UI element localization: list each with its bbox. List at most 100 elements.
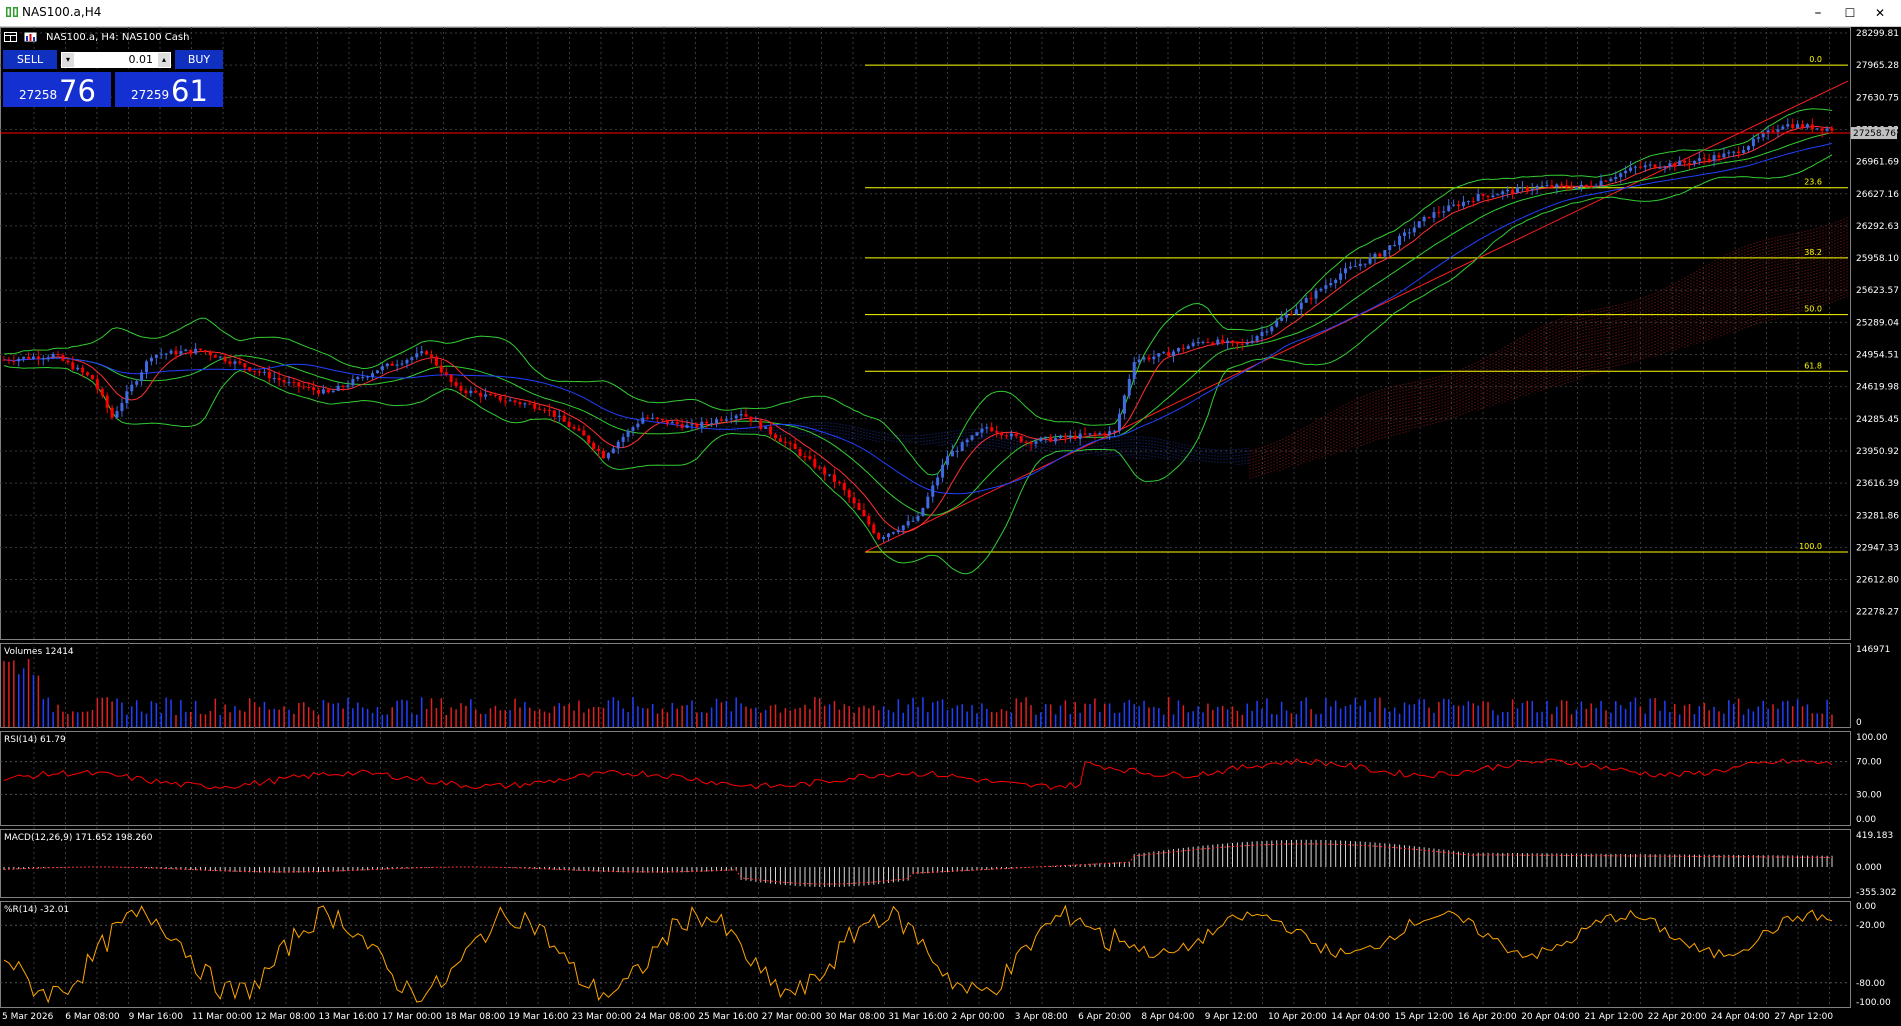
candle-body (1324, 285, 1328, 289)
candle-body (695, 424, 699, 428)
wpr-label: %R(14) -32.01 (4, 905, 69, 915)
candle-body (921, 507, 925, 516)
candle-body (1717, 155, 1721, 158)
sell-price-box[interactable]: 27258 76 (3, 72, 111, 108)
price-tick-label: 24285.45 (1856, 415, 1899, 425)
candle-body (700, 421, 704, 428)
candle-body (793, 443, 797, 450)
candle-body (813, 458, 817, 468)
candle-body (366, 376, 370, 378)
candle-body (1786, 124, 1790, 127)
rsi-line (3, 758, 1833, 790)
trading-icon[interactable] (24, 32, 38, 43)
candle-body (1147, 357, 1151, 360)
time-tick-label: 13 Mar 16:00 (319, 1012, 379, 1022)
candle-body (51, 353, 55, 358)
candle-body (81, 367, 85, 373)
candle-body (316, 390, 320, 394)
candle-body (882, 537, 886, 540)
candle-body (243, 363, 247, 368)
candle-body (592, 442, 596, 449)
candle-body (1113, 430, 1117, 432)
candle-body (1756, 137, 1760, 139)
candle-body (46, 357, 50, 359)
candle-body (611, 448, 615, 454)
sell-price-main: 27258 (19, 88, 58, 102)
macd-label: MACD(12,26,9) 171.652 198.260 (4, 833, 153, 843)
buy-price-box[interactable]: 27259 61 (115, 72, 223, 108)
candle-body (86, 372, 90, 376)
buy-button[interactable]: BUY (175, 50, 223, 69)
candle-body (1059, 435, 1063, 439)
candle-body (872, 524, 876, 533)
candle-body (1486, 195, 1490, 198)
time-tick-label: 24 Mar 08:00 (635, 1012, 695, 1022)
price-tick-label: 23281.86 (1856, 511, 1899, 521)
candle-body (1226, 340, 1230, 344)
candle-body (1447, 205, 1451, 212)
candle-body (1383, 250, 1387, 257)
candle-body (1761, 133, 1765, 138)
lot-value[interactable]: 0.01 (129, 53, 154, 66)
candle-body (7, 359, 11, 361)
candle-body (1172, 351, 1176, 356)
candle-body (326, 389, 330, 393)
price-tick-label: 27965.28 (1856, 61, 1899, 71)
candle-body (459, 385, 463, 391)
candle-body (808, 456, 812, 459)
candle-body (351, 379, 355, 386)
candle-body (1373, 253, 1377, 258)
candle-body (425, 351, 429, 355)
chart-menu-icon[interactable] (4, 32, 18, 43)
window-title: NAS100.a,H4 (22, 5, 102, 19)
candle-body (1555, 184, 1559, 188)
candle-body (1103, 433, 1107, 436)
candle-body (1157, 353, 1161, 357)
candle-body (602, 450, 606, 459)
volume-axis-label: 146971 (1856, 645, 1890, 655)
candle-body (1289, 314, 1293, 316)
candle-body (656, 417, 660, 419)
candle-body (1707, 158, 1711, 161)
candle-body (449, 374, 453, 382)
fibo-level-label: 38.2 (1804, 248, 1822, 257)
current-price-label: 27258.76 (1853, 129, 1896, 139)
time-tick-label: 18 Mar 08:00 (445, 1012, 505, 1022)
candle-body (420, 351, 424, 354)
candle-body (759, 420, 763, 429)
candle-body (154, 354, 158, 358)
candle-body (729, 418, 733, 420)
candle-body (1388, 245, 1392, 251)
lot-size-field[interactable]: ▾ 0.01 ▴ (61, 52, 171, 68)
candle-body (1024, 441, 1028, 443)
candle-body (1265, 331, 1269, 333)
candle-body (228, 361, 232, 364)
close-button[interactable]: ✕ (1860, 2, 1900, 24)
candle-body (1255, 336, 1259, 341)
chart-canvas[interactable]: 0.0 23.6 38.2 50.0 61.8 100.0 28299.81 27965.2… (0, 27, 1901, 1023)
wpr-axis-label: -20.00 (1856, 921, 1885, 931)
candle-body (832, 474, 836, 482)
buy-price-main: 27259 (131, 88, 170, 102)
lot-increase-icon[interactable]: ▴ (158, 53, 170, 67)
candle-body (1348, 266, 1352, 269)
candle-body (1363, 263, 1367, 265)
chart-area[interactable]: 0.0 23.6 38.2 50.0 61.8 100.0 28299.81 27965.2… (0, 27, 1901, 1023)
candle-body (606, 453, 610, 459)
candle-body (1191, 342, 1195, 346)
price-tick-label: 23616.39 (1856, 479, 1899, 489)
sell-button[interactable]: SELL (3, 50, 57, 69)
candle-body (852, 497, 856, 504)
candle-body (877, 532, 881, 540)
candle-body (911, 520, 915, 522)
candle-body (798, 449, 802, 457)
candle-body (543, 409, 547, 411)
candle-body (56, 353, 60, 356)
candle-body (719, 419, 723, 421)
candle-body (508, 400, 512, 402)
candle-body (1491, 195, 1495, 198)
candle-body (1098, 433, 1102, 435)
candle-body (616, 441, 620, 449)
candle-body (174, 350, 178, 355)
lot-decrease-icon[interactable]: ▾ (62, 53, 74, 67)
